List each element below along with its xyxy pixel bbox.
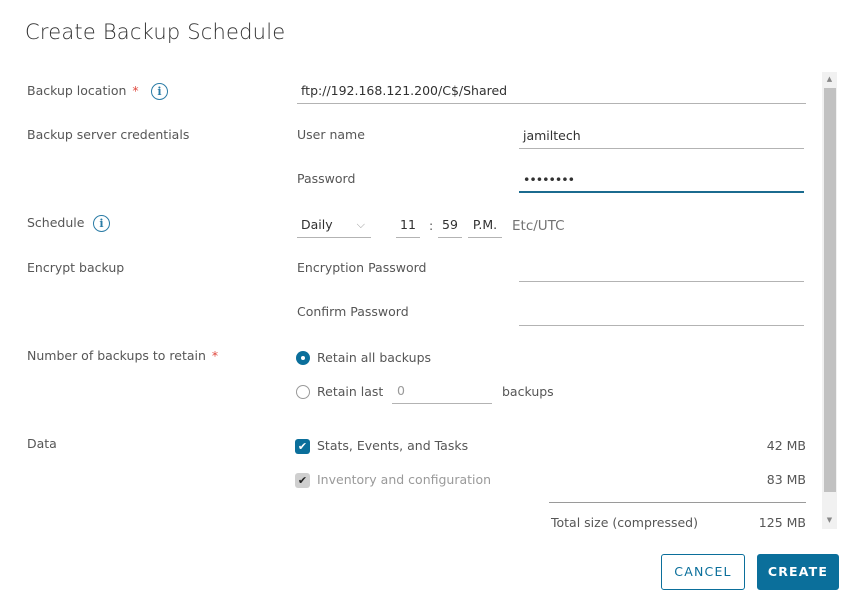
ampm-select[interactable]: P.M. bbox=[468, 216, 502, 238]
retain-count-input[interactable]: 0 bbox=[392, 382, 492, 404]
data-item-size: 42 MB bbox=[766, 438, 806, 453]
create-button[interactable]: CREATE bbox=[757, 554, 839, 590]
retain-suffix-label: backups bbox=[502, 384, 554, 399]
encrypt-backup-label: Encrypt backup bbox=[27, 260, 125, 275]
data-item-label[interactable]: Stats, Events, and Tasks bbox=[317, 438, 468, 453]
password-input[interactable]: •••••••• bbox=[519, 171, 804, 193]
total-divider bbox=[549, 502, 806, 503]
retain-all-label[interactable]: Retain all backups bbox=[317, 350, 431, 365]
password-label: Password bbox=[297, 171, 356, 186]
check-icon: ✔ bbox=[297, 474, 308, 487]
info-icon[interactable]: i bbox=[151, 83, 168, 100]
data-item-size: 83 MB bbox=[766, 472, 806, 487]
retain-last-label[interactable]: Retain last bbox=[317, 384, 383, 399]
scroll-down-icon[interactable]: ▼ bbox=[822, 516, 837, 524]
stats-events-tasks-checkbox[interactable]: ✔ bbox=[295, 439, 310, 454]
frequency-select[interactable]: Daily ⌵ bbox=[297, 216, 371, 238]
username-input[interactable]: jamiltech bbox=[519, 127, 804, 149]
schedule-label: Schedule bbox=[27, 215, 85, 230]
backup-location-label-text: Backup location bbox=[27, 83, 127, 98]
total-size-value: 125 MB bbox=[758, 515, 806, 530]
credentials-label: Backup server credentials bbox=[27, 127, 190, 142]
time-separator: : bbox=[429, 218, 434, 233]
encryption-password-label: Encryption Password bbox=[297, 260, 427, 275]
backup-location-label: Backup location * bbox=[27, 83, 139, 98]
scrollbar-thumb[interactable] bbox=[824, 88, 836, 492]
timezone-label: Etc/UTC bbox=[512, 218, 565, 234]
data-label: Data bbox=[27, 436, 57, 451]
data-item-label: Inventory and configuration bbox=[317, 472, 492, 487]
cancel-button[interactable]: CANCEL bbox=[661, 554, 745, 590]
chevron-down-icon: ⌵ bbox=[356, 218, 365, 231]
retain-all-radio[interactable] bbox=[296, 351, 310, 365]
hour-input[interactable]: 11 bbox=[396, 216, 420, 238]
dialog-title: Create Backup Schedule bbox=[25, 20, 286, 44]
confirm-password-input[interactable] bbox=[519, 304, 804, 326]
retain-last-radio[interactable] bbox=[296, 385, 310, 399]
info-icon[interactable]: i bbox=[93, 215, 110, 232]
confirm-password-label: Confirm Password bbox=[297, 304, 409, 319]
scroll-up-icon[interactable]: ▲ bbox=[822, 75, 837, 83]
retain-label: Number of backups to retain * bbox=[27, 348, 218, 363]
required-mark: * bbox=[211, 348, 219, 363]
minute-input[interactable]: 59 bbox=[438, 216, 462, 238]
frequency-value: Daily bbox=[301, 217, 333, 232]
total-size-label: Total size (compressed) bbox=[551, 515, 698, 530]
retain-label-text: Number of backups to retain bbox=[27, 348, 206, 363]
encryption-password-input[interactable] bbox=[519, 260, 804, 282]
required-mark: * bbox=[132, 83, 139, 98]
inventory-configuration-checkbox: ✔ bbox=[295, 473, 310, 488]
username-label: User name bbox=[297, 127, 365, 142]
backup-location-input[interactable]: ftp://192.168.121.200/C$/Shared bbox=[297, 82, 806, 104]
check-icon: ✔ bbox=[297, 440, 308, 453]
